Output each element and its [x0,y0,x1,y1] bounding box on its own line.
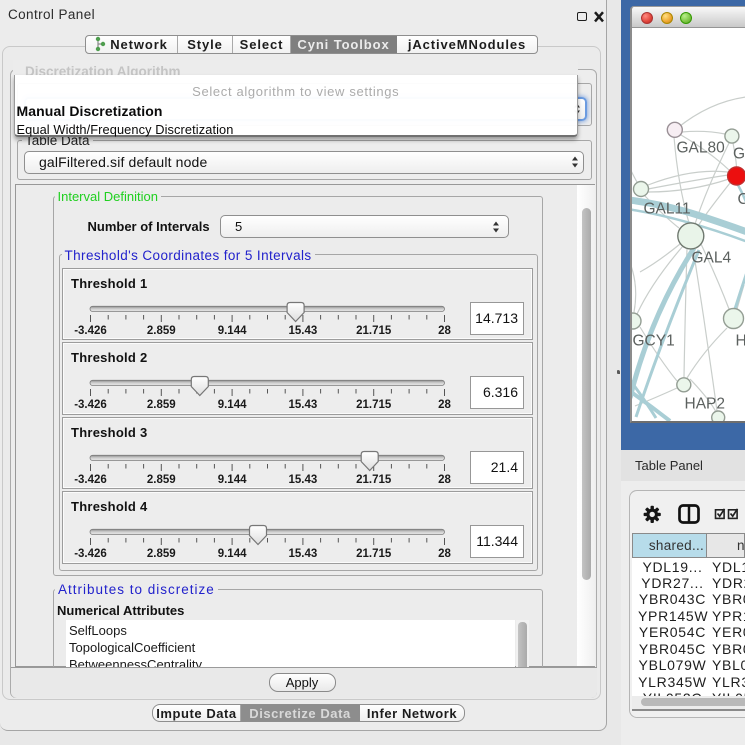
svg-text:H: H [736,333,745,350]
svg-text:GAL11: GAL11 [644,201,691,218]
svg-text:28: 28 [438,548,451,560]
svg-text:2.859: 2.859 [147,325,176,337]
svg-text:28: 28 [438,325,451,337]
svg-text:GAL4: GAL4 [692,250,732,267]
svg-text:15.43: 15.43 [289,325,318,337]
svg-text:GA: GA [733,146,745,163]
svg-text:28: 28 [438,399,451,411]
svg-text:21.715: 21.715 [356,548,392,560]
svg-text:2.859: 2.859 [147,548,176,560]
svg-text:C: C [738,191,745,208]
svg-text:28: 28 [438,474,451,486]
svg-text:21.715: 21.715 [356,325,392,337]
svg-text:GCY1: GCY1 [633,333,675,350]
svg-text:2.859: 2.859 [147,399,176,411]
svg-text:-3.426: -3.426 [74,325,107,337]
svg-text:9.144: 9.144 [218,325,247,337]
svg-text:15.43: 15.43 [289,548,318,560]
svg-text:9.144: 9.144 [218,474,247,486]
svg-text:HAP2: HAP2 [685,396,726,413]
svg-text:15.43: 15.43 [289,474,318,486]
svg-text:9.144: 9.144 [218,548,247,560]
svg-text:21.715: 21.715 [356,474,392,486]
svg-text:-3.426: -3.426 [74,474,107,486]
svg-text:-3.426: -3.426 [74,399,107,411]
svg-text:9.144: 9.144 [218,399,247,411]
svg-text:21.715: 21.715 [356,399,392,411]
svg-text:2.859: 2.859 [147,474,176,486]
svg-text:GAL80: GAL80 [677,140,726,157]
svg-text:-3.426: -3.426 [74,548,107,560]
svg-text:15.43: 15.43 [289,399,318,411]
